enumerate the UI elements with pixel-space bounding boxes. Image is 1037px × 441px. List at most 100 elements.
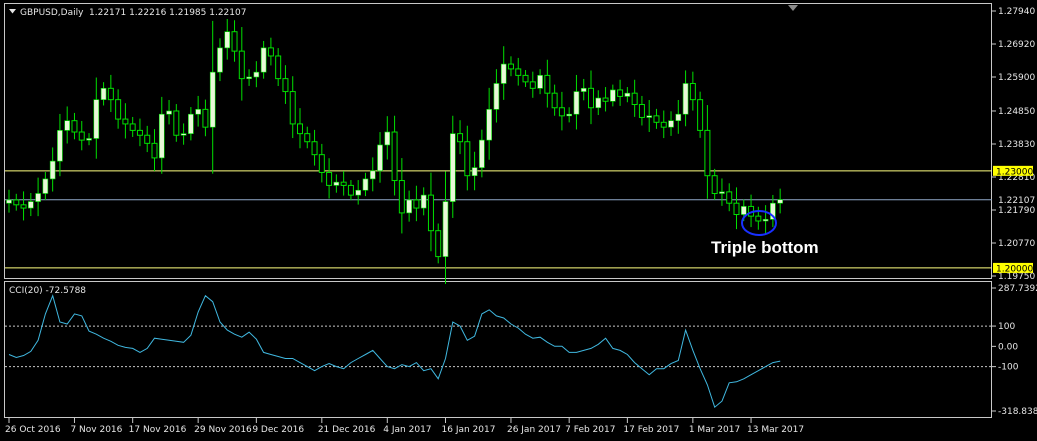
candle-bull — [449, 133, 456, 202]
candle-bull — [420, 194, 427, 209]
cci-tick-label: 287.7392 — [998, 284, 1037, 294]
candle-bull — [93, 99, 100, 139]
candle-bull — [260, 47, 267, 73]
candle-bear — [457, 133, 464, 143]
candle-bull — [719, 191, 725, 194]
candle-bear — [697, 99, 704, 131]
candle-bear — [529, 81, 536, 89]
candle-bull — [595, 97, 602, 109]
candle-bear — [151, 142, 158, 159]
candle-bear — [522, 74, 529, 83]
candle-bear — [427, 194, 434, 232]
candle-bull — [384, 131, 391, 146]
candle-bull — [217, 47, 223, 73]
candle-bear — [231, 31, 238, 52]
candle-bear — [711, 175, 718, 194]
candle-bear — [340, 181, 347, 186]
candle-bull — [682, 83, 689, 115]
candle-bull — [537, 75, 543, 89]
candle-bear — [318, 154, 325, 173]
candle-bull — [610, 89, 616, 102]
candle-bear — [704, 129, 711, 177]
candle-bull — [471, 167, 478, 176]
candle-bear — [638, 104, 645, 118]
candle-bear — [71, 120, 78, 133]
candle-bull — [493, 83, 500, 110]
indicator-pane-frame — [4, 281, 992, 418]
candle-bear — [413, 199, 420, 209]
candle-bear — [617, 89, 624, 97]
candle-bear — [515, 68, 522, 76]
candle-bull — [42, 178, 49, 194]
candle-bull — [57, 130, 63, 162]
candle-bull — [580, 88, 587, 92]
candle-bear — [275, 55, 282, 80]
price-tick-label: 1.25900 — [998, 73, 1035, 83]
candle-bull — [675, 113, 682, 121]
candle-bull — [668, 120, 674, 128]
candle-bull — [573, 91, 580, 115]
time-tick-label: 7 Feb 2017 — [565, 425, 615, 435]
candle-bear — [653, 115, 660, 123]
candle-bear — [304, 133, 311, 143]
candle-bull — [479, 139, 485, 168]
chart-ohlc: 1.22171 1.22216 1.21985 1.22107 — [89, 8, 246, 18]
candle-bull — [646, 115, 653, 118]
candle-bear — [588, 87, 594, 109]
candle-bear — [551, 92, 558, 109]
candle-bear — [13, 199, 20, 206]
candle-bear — [391, 131, 398, 182]
candle-bull — [246, 76, 252, 79]
time-tick-label: 1 Mar 2017 — [689, 425, 740, 435]
bid-label-text: 1.22107 — [998, 196, 1035, 206]
candle-bear — [267, 47, 274, 57]
candle-bull — [64, 120, 70, 131]
time-tick-label: 29 Nov 2016 — [194, 425, 252, 435]
candle-bear — [107, 87, 114, 101]
candle-bear — [115, 99, 122, 120]
candle-bull — [355, 189, 362, 196]
candle-bull — [209, 71, 216, 128]
candle-bull — [86, 138, 92, 141]
price-axis-ticks: 1.279401.269201.259001.248501.238301.228… — [992, 7, 1035, 282]
triple-bottom-circle — [741, 210, 777, 236]
time-tick-label: 17 Feb 2017 — [623, 425, 679, 435]
candle-bear — [238, 50, 245, 80]
candle-bear — [202, 108, 209, 128]
candle-bull — [369, 170, 376, 180]
candle-bear — [733, 202, 740, 216]
price-tick-label: 1.24850 — [998, 107, 1035, 117]
time-tick-label: 21 Dec 2016 — [318, 425, 376, 435]
candle-bear — [20, 204, 27, 209]
candle-bull — [442, 201, 449, 257]
time-tick-label: 17 Nov 2016 — [129, 425, 187, 435]
cci-title: CCI(20) -72.5788 — [9, 286, 86, 296]
time-axis: 26 Oct 2016 7 Nov 2016 17 Nov 2016 29 Nov 2… — [5, 418, 804, 435]
horizontal-levels: 1.23000 1.20000 1.22107 — [5, 165, 1035, 274]
candle-bull — [6, 199, 12, 204]
candle-bear — [631, 92, 638, 106]
chart-window: GBPUSD,Daily 1.22171 1.22216 1.21985 1.2… — [0, 0, 1037, 441]
candle-bull — [624, 92, 631, 97]
candlestick-series — [6, 19, 783, 285]
time-tick-label: 13 Mar 2017 — [747, 425, 804, 435]
time-tick-label: 4 Jan 2017 — [383, 425, 431, 435]
candle-bull — [158, 113, 165, 159]
candle-bull — [35, 193, 41, 202]
dropdown-triangle-icon[interactable] — [9, 9, 16, 14]
price-tick-label: 1.26920 — [998, 40, 1035, 50]
chart-shift-marker[interactable] — [788, 5, 798, 11]
candle-bear — [507, 63, 514, 70]
candle-bear — [435, 230, 442, 258]
cci-line — [8, 294, 781, 409]
candle-bull — [406, 199, 412, 214]
candle-bear — [660, 121, 667, 128]
level-label-text: 1.20000 — [996, 264, 1033, 274]
candle-bull — [224, 31, 231, 49]
chart-canvas[interactable]: GBPUSD,Daily 1.22171 1.22216 1.21985 1.2… — [0, 0, 1037, 441]
candle-bear — [347, 184, 354, 196]
candle-bull — [500, 63, 507, 84]
candle-bear — [129, 123, 136, 131]
time-tick-label: 26 Oct 2016 — [5, 425, 61, 435]
candle-bear — [398, 180, 405, 214]
